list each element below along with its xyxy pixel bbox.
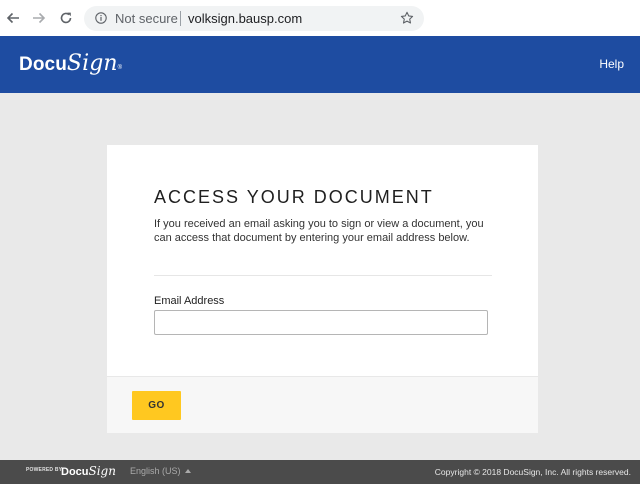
powered-by-label: POWERED BY xyxy=(26,467,63,473)
logo-docu: Docu xyxy=(19,54,67,75)
email-field[interactable] xyxy=(154,310,488,335)
copyright-text: Copyright © 2018 DocuSign, Inc. All righ… xyxy=(434,467,631,477)
logo-registered: ® xyxy=(117,65,123,71)
address-bar[interactable]: Not secure volksign.bausp.com xyxy=(84,6,424,31)
instructions-text: If you received an email asking you to s… xyxy=(154,218,484,244)
browser-toolbar: Not secure volksign.bausp.com xyxy=(0,0,640,36)
forward-arrow-icon[interactable] xyxy=(30,9,48,27)
docusign-logo: DocuSign® xyxy=(19,51,122,76)
access-document-card: ACCESS YOUR DOCUMENT If you received an … xyxy=(107,145,538,433)
caret-up-icon xyxy=(184,469,191,473)
url-text[interactable]: volksign.bausp.com xyxy=(188,11,302,26)
reload-icon[interactable] xyxy=(57,9,75,27)
logo-sign: Sign xyxy=(66,51,118,76)
info-icon[interactable] xyxy=(95,12,107,24)
page-footer: POWERED BY DocuSign English (US) Copyrig… xyxy=(0,460,640,484)
omnibox-divider xyxy=(180,11,181,26)
security-status: Not secure xyxy=(115,11,178,26)
footer-docusign-logo: DocuSign xyxy=(61,464,116,478)
footer-logo-sign: Sign xyxy=(88,464,116,478)
back-arrow-icon[interactable] xyxy=(4,9,22,27)
go-button[interactable]: GO xyxy=(132,391,181,420)
footer-logo-docu: Docu xyxy=(61,466,89,478)
help-link[interactable]: Help xyxy=(599,57,624,71)
email-label: Email Address xyxy=(154,295,225,307)
site-header: DocuSign® Help xyxy=(0,36,640,93)
card-footer: GO xyxy=(107,376,538,433)
language-selector[interactable]: English (US) xyxy=(130,466,191,476)
divider xyxy=(154,275,492,276)
page-title: ACCESS YOUR DOCUMENT xyxy=(154,187,434,207)
star-icon[interactable] xyxy=(400,11,414,25)
language-label: English (US) xyxy=(130,466,181,476)
